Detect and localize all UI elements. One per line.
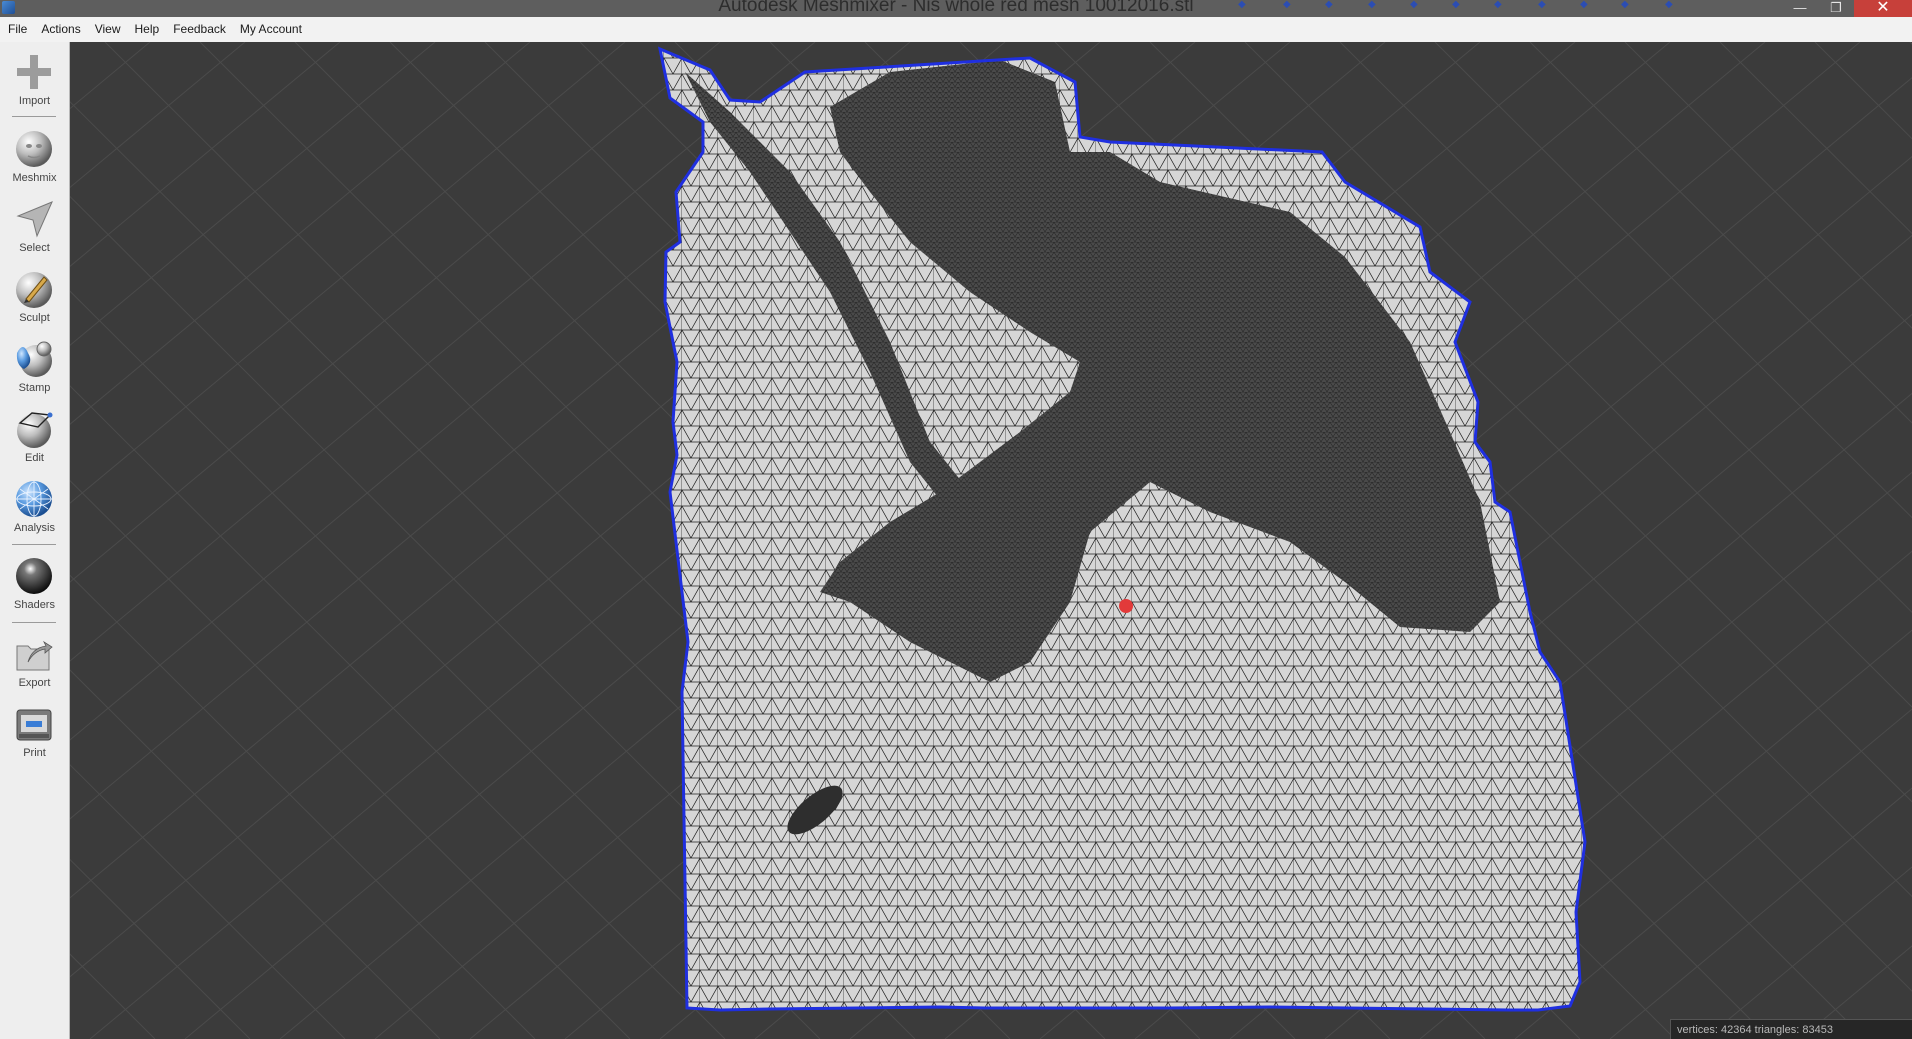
export-label: Export [18,677,51,689]
meshmix-head-icon [16,131,52,167]
import-tool[interactable]: Import [0,48,69,114]
quick-access-icon[interactable]: ◆ [1580,0,1590,10]
export-folder-icon [16,640,53,671]
menu-bar: File Actions View Help Feedback My Accou… [0,17,1912,43]
menu-view[interactable]: View [88,17,128,42]
title-bar: Autodesk Meshmixer - Nis whole red mesh … [0,0,1912,17]
analysis-label: Analysis [14,522,55,534]
export-tool[interactable]: Export [0,630,69,696]
sculpt-brush-icon [16,272,52,308]
grid-line [1704,866,1912,1039]
grid-line [1609,787,1912,1039]
minimize-button[interactable]: — [1782,0,1818,17]
menu-file[interactable]: File [0,17,34,42]
window-controls: — ❐ ✕ [1782,0,1912,17]
grid-line [1624,42,1912,329]
quick-access-icon[interactable]: ◆ [1538,0,1548,10]
import-label: Import [18,95,51,107]
meshmix-tool[interactable]: Meshmix [0,125,69,191]
grid-line [70,764,346,1039]
quick-access-icon[interactable]: ◆ [1452,0,1462,10]
grid-line [1529,42,1912,424]
grid-line [1719,42,1912,235]
quick-access-icon[interactable]: ◆ [1325,0,1335,10]
shaders-label: Shaders [14,599,55,611]
pivot-point-marker[interactable] [1119,599,1133,613]
meshmix-label: Meshmix [12,172,57,184]
grid-line [70,42,626,504]
edit-sphere-icon [17,412,53,448]
quick-access-icon[interactable]: ◆ [1410,0,1420,10]
separator [12,116,56,117]
restore-button[interactable]: ❐ [1818,0,1854,17]
shader-sphere-icon [16,558,52,594]
analysis-mesh-icon [16,481,52,517]
scene-canvas[interactable] [70,42,1912,1039]
print-icon [16,709,52,741]
grid-line [70,42,721,583]
grid-line [1799,945,1912,1039]
import-plus-icon [17,55,51,89]
quick-access-icon[interactable]: ◆ [1368,0,1378,10]
grid-line [70,42,151,110]
sculpt-tool[interactable]: Sculpt [0,265,69,331]
quick-access-icon[interactable]: ◆ [1621,0,1631,10]
menu-actions[interactable]: Actions [34,17,87,42]
analysis-tool[interactable]: Analysis [0,475,69,541]
quick-access-icon[interactable]: ◆ [1494,0,1504,10]
grid-line [70,574,536,1039]
3d-viewport[interactable]: vertices: 42364 triangles: 83453 [70,42,1912,1039]
select-label: Select [19,242,50,254]
sculpt-label: Sculpt [19,312,50,324]
mesh-stats-status: vertices: 42364 triangles: 83453 [1670,1019,1912,1039]
quick-access-icon[interactable]: ◆ [1283,0,1293,10]
stamp-label: Stamp [18,382,51,394]
quick-access-icon[interactable]: ◆ [1238,0,1248,10]
separator [12,544,56,545]
select-tool[interactable]: Select [0,195,69,261]
grid-line [70,42,531,425]
print-tool[interactable]: Print [0,700,69,766]
grid-line [70,42,436,346]
stamp-icon [16,341,52,377]
close-button[interactable]: ✕ [1854,0,1912,17]
menu-help[interactable]: Help [128,17,167,42]
edit-tool[interactable]: Edit [0,405,69,471]
select-arrow-icon [16,201,53,238]
menu-my-account[interactable]: My Account [233,17,309,42]
grid-line [70,953,156,1039]
grid-line [70,42,341,267]
grid-line [70,42,246,189]
print-label: Print [23,747,46,759]
quick-access-icon[interactable]: ◆ [1665,0,1675,10]
menu-feedback[interactable]: Feedback [166,17,233,42]
stamp-tool[interactable]: Stamp [0,335,69,401]
shaders-tool[interactable]: Shaders [0,552,69,618]
grid-line [1894,1024,1912,1039]
edit-label: Edit [25,452,44,464]
separator [12,622,56,623]
tool-panel: Import Meshmix Select Sculpt Stamp Edit … [0,42,70,1039]
grid-line [70,385,726,1039]
